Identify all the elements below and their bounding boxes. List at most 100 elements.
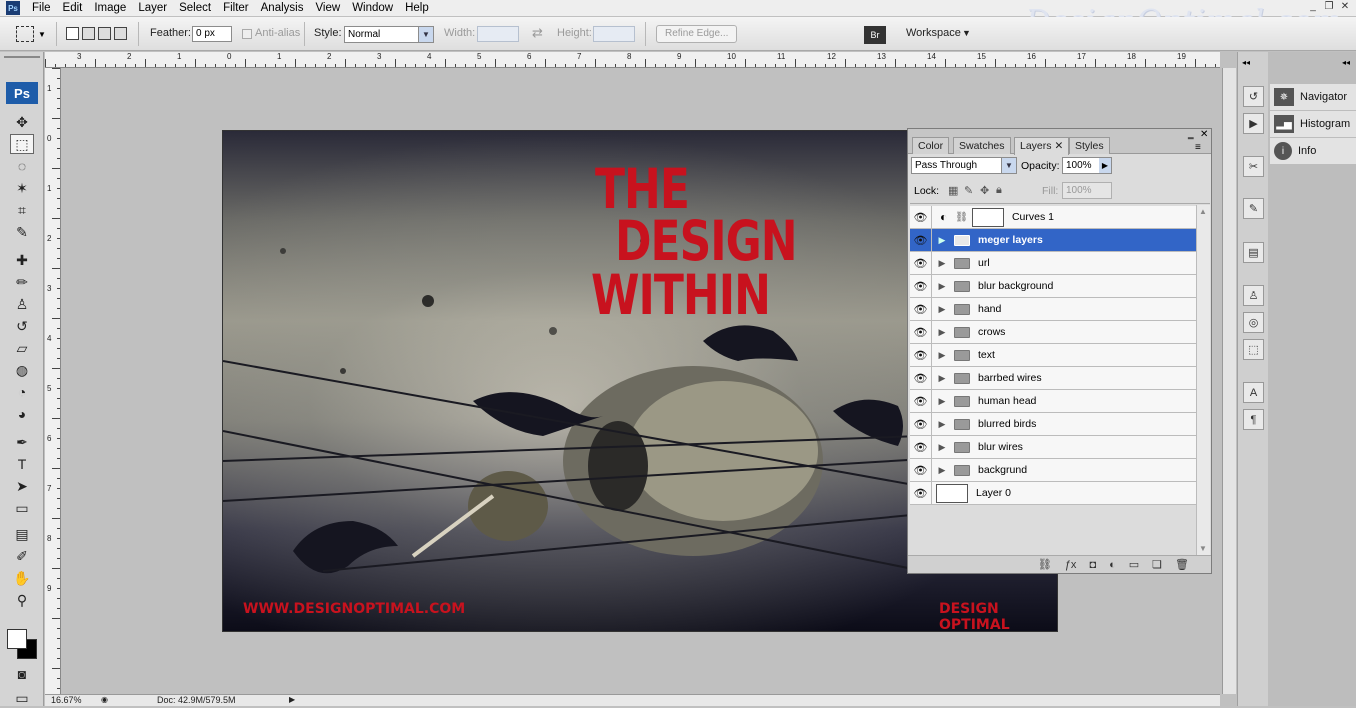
swap-icon[interactable]: ⇄	[532, 25, 543, 41]
zoom-level[interactable]: 16.67%	[51, 695, 82, 705]
crop-tool-icon[interactable]: ⌗	[10, 200, 34, 220]
layer-thumbnail[interactable]	[936, 483, 968, 503]
move-tool-icon[interactable]: ✥	[10, 112, 34, 132]
layer-row[interactable]: 👁︎ Layer 0	[910, 482, 1196, 505]
status-icon[interactable]: ◉	[101, 695, 108, 704]
new-group-icon[interactable]: ▭	[1129, 558, 1139, 571]
tool-presets-panel-icon[interactable]: ✂	[1243, 156, 1264, 177]
menu-edit[interactable]: Edit	[57, 2, 89, 14]
clone-stamp-tool-icon[interactable]: ♙	[10, 294, 34, 314]
paragraph-panel-icon[interactable]: ¶	[1243, 409, 1264, 430]
blend-mode-select[interactable]: Pass Through ▼	[911, 157, 1017, 174]
layers-scrollbar[interactable]: ▲ ▼	[1196, 205, 1210, 555]
dock-item-histogram[interactable]: ▂▅ Histogram	[1270, 111, 1356, 137]
chevron-down-icon[interactable]: ▼	[1199, 544, 1207, 553]
layer-row[interactable]: 👁︎ ▶ backgrund	[910, 459, 1196, 482]
lock-transparent-icon[interactable]: ▦	[948, 184, 958, 197]
magic-wand-tool-icon[interactable]: ✶	[10, 178, 34, 198]
collapse-icon[interactable]: ◂◂	[1342, 58, 1350, 67]
layer-row[interactable]: 👁︎ ▶ blurred birds	[910, 413, 1196, 436]
menu-filter[interactable]: Filter	[217, 2, 255, 14]
visibility-eye-icon[interactable]: 👁︎	[910, 459, 932, 481]
expand-triangle-icon[interactable]: ▶	[934, 396, 950, 407]
hand-tool-icon[interactable]: ✋	[10, 568, 34, 588]
expand-triangle-icon[interactable]: ▶	[934, 419, 950, 430]
tab-layers[interactable]: Layers ✕	[1014, 137, 1070, 155]
fill-input[interactable]: 100%	[1062, 182, 1112, 199]
visibility-eye-icon[interactable]: 👁︎	[910, 367, 932, 389]
type-tool-icon[interactable]: T	[10, 454, 34, 474]
brushes-panel-icon[interactable]: ✎	[1243, 198, 1264, 219]
visibility-eye-icon[interactable]: 👁︎	[910, 321, 932, 343]
shape-tool-icon[interactable]: ▭	[10, 498, 34, 518]
new-selection-icon[interactable]	[66, 27, 79, 40]
menu-layer[interactable]: Layer	[132, 2, 173, 14]
close-icon[interactable]: ✕	[1338, 0, 1352, 13]
visibility-eye-icon[interactable]: 👁︎	[910, 229, 932, 251]
lock-position-icon[interactable]: ✥	[980, 184, 989, 197]
add-selection-icon[interactable]	[82, 27, 95, 40]
restore-icon[interactable]: ❐	[1322, 0, 1336, 13]
actions-panel-icon[interactable]: ▶	[1243, 113, 1264, 134]
dodge-tool-icon[interactable]: ◕	[10, 404, 34, 424]
layer-row[interactable]: 👁︎ ▶ barrbed wires	[910, 367, 1196, 390]
expand-triangle-icon[interactable]: ▶	[934, 465, 950, 476]
trash-icon[interactable]: 🗑︎	[1175, 558, 1189, 571]
new-layer-icon[interactable]: ❏	[1152, 558, 1162, 571]
close-icon[interactable]: ✕	[1200, 129, 1208, 140]
visibility-eye-icon[interactable]: 👁︎	[910, 413, 932, 435]
foreground-color-swatch[interactable]	[7, 629, 27, 649]
chevron-up-icon[interactable]: ▲	[1199, 207, 1207, 216]
tab-swatches[interactable]: Swatches	[953, 137, 1011, 154]
menu-file[interactable]: File	[26, 2, 57, 14]
paths-panel-icon[interactable]: ⬚	[1243, 339, 1264, 360]
chevron-right-icon[interactable]: ▶	[289, 695, 295, 704]
layer-row[interactable]: 👁︎ ▶ meger layers	[910, 229, 1196, 252]
fx-icon[interactable]: ƒx	[1065, 559, 1077, 571]
eyedropper-tool-icon[interactable]: ✎	[10, 222, 34, 242]
height-input[interactable]	[593, 26, 635, 42]
masks-panel-icon[interactable]: ◎	[1243, 312, 1264, 333]
tab-styles[interactable]: Styles	[1069, 137, 1110, 154]
visibility-eye-icon[interactable]: 👁︎	[910, 344, 932, 366]
layer-row[interactable]: 👁︎ ▶ text	[910, 344, 1196, 367]
layer-row[interactable]: 👁︎ ▶ blur background	[910, 275, 1196, 298]
zoom-tool-icon[interactable]: ⚲	[10, 590, 34, 610]
menu-window[interactable]: Window	[346, 2, 399, 14]
marquee-tool-icon[interactable]: ⬚	[10, 134, 34, 154]
history-panel-icon[interactable]: ↺	[1243, 86, 1264, 107]
visibility-eye-icon[interactable]: 👁︎	[910, 436, 932, 458]
menu-view[interactable]: View	[309, 2, 346, 14]
pen-tool-icon[interactable]: ✒	[10, 432, 34, 452]
chain-link-icon[interactable]: ⛓	[955, 212, 968, 223]
marquee-preset-icon[interactable]	[16, 26, 34, 42]
layer-row[interactable]: 👁︎ ▶ hand	[910, 298, 1196, 321]
minimize-icon[interactable]: _	[1306, 0, 1320, 13]
mask-icon[interactable]: ◘	[1089, 559, 1096, 571]
menu-help[interactable]: Help	[399, 2, 435, 14]
opacity-input[interactable]: 100% ▶	[1062, 157, 1112, 174]
subtract-selection-icon[interactable]	[98, 27, 111, 40]
refine-edge-button[interactable]: Refine Edge...	[656, 25, 738, 43]
history-brush-tool-icon[interactable]: ↺	[10, 316, 34, 336]
expand-triangle-icon[interactable]: ▶	[934, 258, 950, 269]
collapse-icon[interactable]: ‗	[1188, 129, 1194, 140]
canvas-vertical-scrollbar[interactable]	[1222, 68, 1236, 694]
workspace-button[interactable]: Workspace	[906, 27, 961, 39]
expand-triangle-icon[interactable]: ▶	[934, 442, 950, 453]
expand-triangle-icon[interactable]: ▶	[934, 304, 950, 315]
lasso-tool-icon[interactable]: ◌	[10, 156, 34, 176]
eyedropper2-tool-icon[interactable]: ✐	[10, 546, 34, 566]
close-icon[interactable]: ✕	[1054, 140, 1063, 152]
adjustment-icon[interactable]: ◐	[1109, 559, 1116, 571]
layer-row[interactable]: 👁︎ ▶ blur wires	[910, 436, 1196, 459]
intersect-selection-icon[interactable]	[114, 27, 127, 40]
layer-mask-thumbnail[interactable]	[971, 207, 1004, 227]
menu-analysis[interactable]: Analysis	[255, 2, 310, 14]
link-layers-icon[interactable]: ⛓	[1038, 558, 1052, 571]
expand-triangle-icon[interactable]: ▶	[934, 350, 950, 361]
expand-triangle-icon[interactable]: ▶	[934, 373, 950, 384]
feather-input[interactable]: 0 px	[192, 26, 232, 42]
clone-source-panel-icon[interactable]: ♙	[1243, 285, 1264, 306]
panel-grip[interactable]	[4, 56, 40, 66]
